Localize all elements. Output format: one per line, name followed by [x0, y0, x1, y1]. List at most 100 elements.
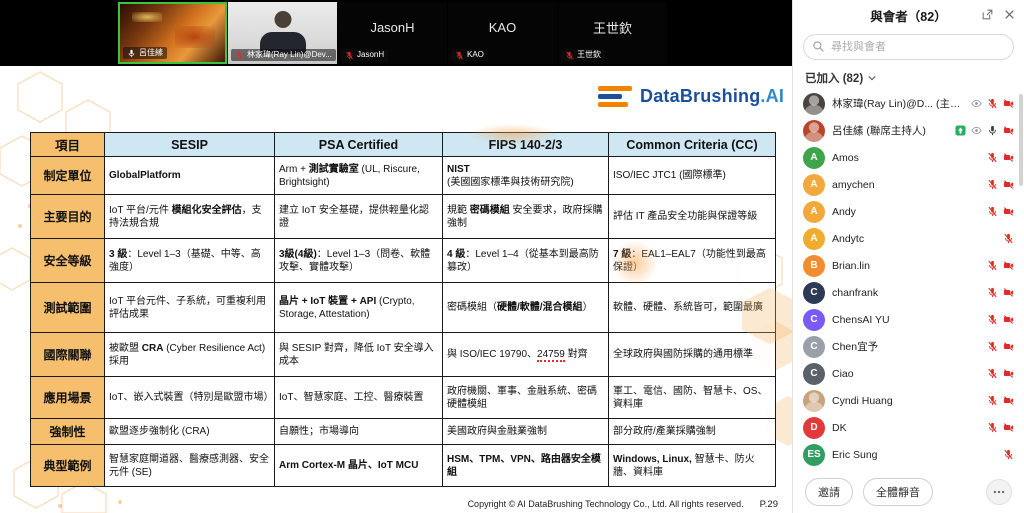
participant-name: Eric Sung — [832, 449, 996, 461]
meeting-window: 呂佳縤 林家瑋(Ray Lin)@Dev...JasonHJasonHKAOKAO… — [0, 0, 1024, 513]
avatar: C — [803, 282, 825, 304]
close-icon[interactable] — [1003, 8, 1016, 21]
table-row: 制定單位GlobalPlatformArm + 測試實驗室 (UL, Riscu… — [31, 157, 776, 195]
databrushing-logo: DataBrushing.AI — [598, 86, 784, 107]
column-header: PSA Certified — [275, 133, 443, 157]
avatar — [803, 390, 825, 412]
video-feed-content — [132, 12, 162, 22]
table-cell: 建立 IoT 安全基礎，提供輕量化認證 — [275, 195, 443, 239]
mic-muted-icon — [987, 287, 998, 298]
table-cell: 4 級：Level 1–4（從基本到最高防篡改） — [443, 239, 609, 283]
tile-name-label: 呂佳縤 — [123, 47, 167, 59]
comparison-table-header: 項目SESIPPSA CertifiedFIPS 140-2/3Common C… — [31, 133, 776, 157]
video-tile[interactable]: KAOKAO — [448, 2, 557, 64]
participant-row[interactable]: BBrian.lin — [799, 252, 1018, 279]
table-row: 安全等級3 級：Level 1–3（基礎、中等、高強度）3級(4級)：Level… — [31, 239, 776, 283]
table-cell: 密碼模組（硬體/軟體/混合模組） — [443, 283, 609, 333]
tile-center-name: JasonH — [338, 2, 447, 52]
table-cell: 自願性；市場導向 — [275, 419, 443, 445]
avatar — [803, 93, 825, 115]
participant-row[interactable]: CChen宜予 — [799, 333, 1018, 360]
video-tile[interactable]: JasonHJasonH — [338, 2, 447, 64]
ellipsis-icon — [992, 485, 1006, 499]
video-tile[interactable]: 王世欽王世欽 — [558, 2, 667, 64]
table-cell: 歐盟逐步強制化 (CRA) — [105, 419, 275, 445]
row-label: 國際關聯 — [31, 333, 105, 377]
participant-name: ChensAI YU — [832, 314, 980, 326]
video-tile[interactable]: 林家瑋(Ray Lin)@Dev... — [228, 2, 337, 64]
avatar: A — [803, 228, 825, 250]
mic-muted-icon — [565, 51, 574, 60]
table-cell: 與 ISO/IEC 19790、24759 對齊 — [443, 333, 609, 377]
table-cell: Windows, Linux, 智慧卡、防火牆、資料庫 — [609, 445, 776, 487]
column-header: SESIP — [105, 133, 275, 157]
eye-icon — [971, 98, 982, 109]
participant-name: Ciao — [832, 368, 980, 380]
mic-muted-icon — [987, 152, 998, 163]
column-header: 項目 — [31, 133, 105, 157]
mic-muted-icon — [235, 51, 244, 60]
scrollbar-thumb[interactable] — [1019, 94, 1023, 186]
participant-row[interactable]: A Andytc — [799, 225, 1018, 252]
participant-status-icons — [987, 206, 1014, 217]
page-number: P.29 — [760, 499, 778, 510]
participant-row[interactable]: CCiao — [799, 360, 1018, 387]
row-label: 測試範圍 — [31, 283, 105, 333]
participant-row[interactable]: DDK — [799, 414, 1018, 441]
popout-icon[interactable] — [981, 8, 994, 21]
participant-status-icons — [987, 287, 1014, 298]
participant-row[interactable]: 林家瑋(Ray Lin)@D... (主持人, 我) — [799, 90, 1018, 117]
participant-status-icons — [1003, 233, 1014, 244]
participant-row[interactable]: CChensAI YU — [799, 306, 1018, 333]
participant-row[interactable]: Cyndi Huang — [799, 387, 1018, 414]
table-row: 國際關聯被歐盟 CRA (Cyber Resilience Act) 採用與 S… — [31, 333, 776, 377]
table-cell: Arm + 測試實驗室 (UL, Riscure, Brightsight) — [275, 157, 443, 195]
search-input[interactable] — [803, 34, 1014, 60]
row-label: 主要目的 — [31, 195, 105, 239]
presentation-slide: DataBrushing.AI 項目SESIPPSA CertifiedFIPS… — [0, 66, 792, 513]
participant-row[interactable]: 呂佳縤 (聯席主持人) — [799, 117, 1018, 144]
participant-status-icons — [1003, 449, 1014, 460]
table-cell: 全球政府與國防採購的通用標準 — [609, 333, 776, 377]
camera-off-icon — [1003, 206, 1014, 217]
table-row: 典型範例智慧家庭閘道器、醫療感測器、安全元件 (SE)Arm Cortex-M … — [31, 445, 776, 487]
table-cell: 智慧家庭閘道器、醫療感測器、安全元件 (SE) — [105, 445, 275, 487]
table-row: 主要目的IoT 平台/元件 模組化安全評估，支持法規合規建立 IoT 安全基礎，… — [31, 195, 776, 239]
table-cell: 與 SESIP 對齊，降低 IoT 安全導入成本 — [275, 333, 443, 377]
table-cell: 7 級：EAL1–EAL7（功能性到最高保證） — [609, 239, 776, 283]
participant-status-icons — [955, 125, 1014, 136]
participant-name: 呂佳縤 (聯席主持人) — [832, 123, 948, 138]
search-icon — [812, 40, 825, 53]
participant-row[interactable]: AAndy — [799, 198, 1018, 225]
participant-row[interactable]: Cchanfrank — [799, 279, 1018, 306]
avatar: C — [803, 336, 825, 358]
column-header: FIPS 140-2/3 — [443, 133, 609, 157]
mic-muted-icon — [1003, 449, 1014, 460]
row-label: 強制性 — [31, 419, 105, 445]
participant-name: 林家瑋(Ray Lin)@D... (主持人, 我) — [832, 96, 964, 111]
tile-center-name: 王世欽 — [558, 2, 667, 52]
participant-status-icons — [987, 179, 1014, 190]
row-label: 制定單位 — [31, 157, 105, 195]
video-tile[interactable]: 呂佳縤 — [118, 2, 227, 64]
table-row: 應用場景IoT、嵌入式裝置（特別是歐盟市場）IoT、智慧家庭、工控、醫療裝置政府… — [31, 377, 776, 419]
camera-off-icon — [1003, 260, 1014, 271]
avatar: B — [803, 255, 825, 277]
mic-muted-icon — [987, 368, 998, 379]
participant-name: chanfrank — [832, 287, 980, 299]
joined-section-toggle[interactable]: 已加入 (82) — [805, 70, 1012, 86]
more-options-button[interactable] — [986, 479, 1012, 505]
participant-row[interactable]: Aamychen — [799, 171, 1018, 198]
participant-name: Andytc — [832, 233, 996, 245]
mic-muted-icon — [987, 260, 998, 271]
participant-row[interactable]: ESEric Sung — [799, 441, 1018, 468]
invite-button[interactable]: 邀請 — [805, 478, 853, 506]
participant-name: Andy — [832, 206, 980, 218]
participant-row[interactable]: AAmos — [799, 144, 1018, 171]
copyright-text: Copyright © AI DataBrushing Technology C… — [468, 499, 744, 509]
table-cell: Arm Cortex-M 晶片、IoT MCU — [275, 445, 443, 487]
table-cell: 軟體、硬體、系統皆可，範圍最廣 — [609, 283, 776, 333]
mute-all-button[interactable]: 全體靜音 — [863, 478, 933, 506]
screen-share-badge-icon — [955, 125, 966, 136]
mic-muted-icon — [987, 179, 998, 190]
